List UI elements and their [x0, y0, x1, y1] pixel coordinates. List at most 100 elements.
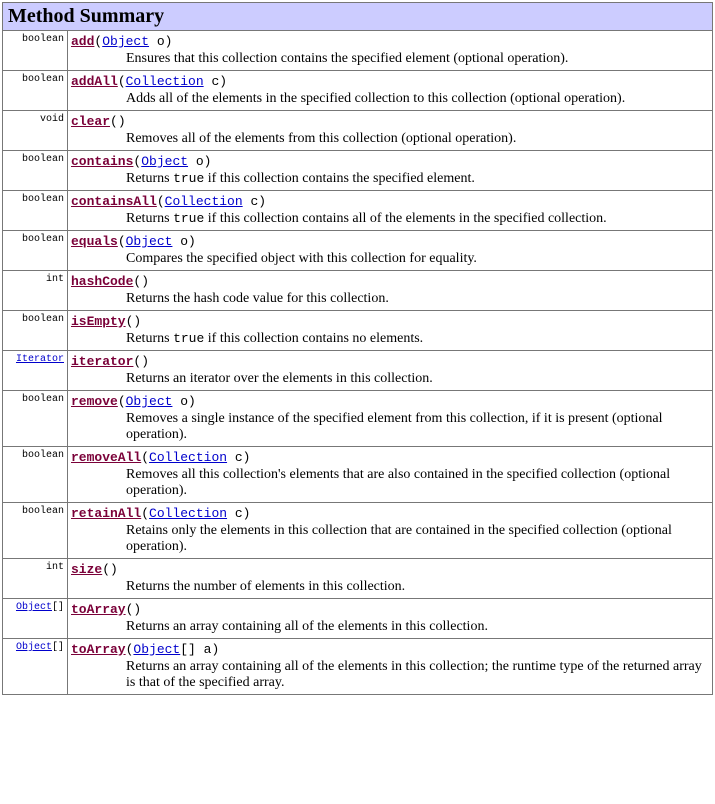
return-type: int	[3, 271, 68, 311]
method-name-link[interactable]: containsAll	[71, 194, 157, 209]
method-cell: add(Object o)Ensures that this collectio…	[68, 31, 713, 71]
method-description: Returns the hash code value for this col…	[71, 289, 709, 307]
param-type-link[interactable]: Object	[102, 34, 149, 49]
method-description: Returns the number of elements in this c…	[71, 577, 709, 595]
method-name-link[interactable]: equals	[71, 234, 118, 249]
close-paren: )	[258, 194, 266, 209]
return-type: Object[]	[3, 599, 68, 639]
method-signature: clear()	[71, 114, 709, 129]
param-name: o	[149, 34, 165, 49]
method-cell: retainAll(Collection c)Retains only the …	[68, 503, 713, 559]
method-name-link[interactable]: remove	[71, 394, 118, 409]
method-cell: toArray()Returns an array containing all…	[68, 599, 713, 639]
method-row: inthashCode()Returns the hash code value…	[3, 271, 713, 311]
method-signature: retainAll(Collection c)	[71, 506, 709, 521]
method-name-link[interactable]: toArray	[71, 642, 126, 657]
method-row: booleancontainsAll(Collection c)Returns …	[3, 191, 713, 231]
desc-code: true	[173, 331, 204, 346]
method-signature: size()	[71, 562, 709, 577]
return-type-text: boolean	[22, 154, 64, 165]
method-description: Compares the specified object with this …	[71, 249, 709, 267]
method-description: Returns true if this collection contains…	[71, 329, 709, 347]
method-description: Retains only the elements in this collec…	[71, 521, 709, 555]
desc-text: Compares the specified object with this …	[126, 251, 477, 266]
method-signature: iterator()	[71, 354, 709, 369]
desc-text: Removes all of the elements from this co…	[126, 131, 516, 146]
return-type-text: boolean	[22, 194, 64, 205]
return-type-text: boolean	[22, 74, 64, 85]
method-name-link[interactable]: removeAll	[71, 450, 141, 465]
open-paren: (	[102, 562, 110, 577]
method-description: Returns an iterator over the elements in…	[71, 369, 709, 387]
method-row: Object[]toArray()Returns an array contai…	[3, 599, 713, 639]
param-type-link[interactable]: Collection	[165, 194, 243, 209]
desc-text: Returns	[126, 211, 173, 226]
return-type-suffix: []	[52, 602, 64, 613]
open-paren: (	[110, 114, 118, 129]
desc-text: Returns the number of elements in this c…	[126, 579, 405, 594]
return-type-text: boolean	[22, 34, 64, 45]
param-type-link[interactable]: Object	[133, 642, 180, 657]
desc-text: Removes all this collection's elements t…	[126, 467, 670, 498]
method-name-link[interactable]: contains	[71, 154, 133, 169]
return-type: int	[3, 559, 68, 599]
return-type-link[interactable]: Object	[16, 642, 52, 653]
method-name-link[interactable]: retainAll	[71, 506, 141, 521]
method-row: boolean addAll(Collection c) Adds all of t…	[3, 71, 713, 111]
method-name-link[interactable]: size	[71, 562, 102, 577]
close-paren: )	[188, 234, 196, 249]
close-paren: )	[133, 602, 141, 617]
return-type: boolean	[3, 391, 68, 447]
param-type-link[interactable]: Object	[126, 234, 173, 249]
return-type: Object[]	[3, 639, 68, 695]
method-name-link[interactable]: toArray	[71, 602, 126, 617]
open-paren: (	[118, 234, 126, 249]
method-cell: toArray(Object[] a) Returns an array cont…	[68, 639, 713, 695]
close-paren: )	[219, 74, 227, 89]
method-name-link[interactable]: isEmpty	[71, 314, 126, 329]
method-summary-table: Method Summarybooleanadd(Object o)Ensure…	[2, 2, 713, 695]
param-type-link[interactable]: Collection	[126, 74, 204, 89]
param-name: c	[227, 506, 243, 521]
return-type: boolean	[3, 311, 68, 351]
return-type-text: boolean	[22, 314, 64, 325]
method-cell: containsAll(Collection c)Returns true if…	[68, 191, 713, 231]
open-paren: (	[118, 74, 126, 89]
open-paren: (	[141, 450, 149, 465]
method-cell: contains(Object o)Returns true if this c…	[68, 151, 713, 191]
method-name-link[interactable]: iterator	[71, 354, 133, 369]
method-name-link[interactable]: hashCode	[71, 274, 133, 289]
method-signature: toArray(Object[] a)	[71, 642, 709, 657]
desc-text-post: if this collection contains the specifie…	[204, 171, 475, 186]
desc-text: Returns the hash code value for this col…	[126, 291, 389, 306]
method-name-link[interactable]: clear	[71, 114, 110, 129]
method-cell: addAll(Collection c) Adds all of the elem…	[68, 71, 713, 111]
return-type-link[interactable]: Iterator	[16, 354, 64, 365]
param-type-link[interactable]: Object	[141, 154, 188, 169]
method-cell: removeAll(Collection c)Removes all this …	[68, 447, 713, 503]
method-name-link[interactable]: add	[71, 34, 94, 49]
param-name: c	[227, 450, 243, 465]
param-name: a	[196, 642, 212, 657]
return-type: boolean	[3, 231, 68, 271]
param-type-link[interactable]: Collection	[149, 506, 227, 521]
param-type-link[interactable]: Collection	[149, 450, 227, 465]
method-cell: clear() Removes all of the elements from …	[68, 111, 713, 151]
param-type-link[interactable]: Object	[126, 394, 173, 409]
method-signature: addAll(Collection c)	[71, 74, 709, 89]
method-description: Removes all of the elements from this co…	[71, 129, 709, 147]
method-name-link[interactable]: addAll	[71, 74, 118, 89]
method-signature: containsAll(Collection c)	[71, 194, 709, 209]
method-cell: equals(Object o)Compares the specified o…	[68, 231, 713, 271]
return-type-link[interactable]: Object	[16, 602, 52, 613]
desc-text: Returns an array containing all of the e…	[126, 659, 702, 690]
return-type-text: void	[40, 114, 64, 125]
method-signature: contains(Object o)	[71, 154, 709, 169]
method-signature: isEmpty()	[71, 314, 709, 329]
desc-text-post: if this collection contains no elements.	[204, 331, 423, 346]
return-type-text: int	[46, 562, 64, 573]
method-description: Returns true if this collection contains…	[71, 169, 709, 187]
return-type-text: int	[46, 274, 64, 285]
method-row: booleanretainAll(Collection c)Retains on…	[3, 503, 713, 559]
desc-text: Adds all of the elements in the specifie…	[126, 91, 625, 106]
